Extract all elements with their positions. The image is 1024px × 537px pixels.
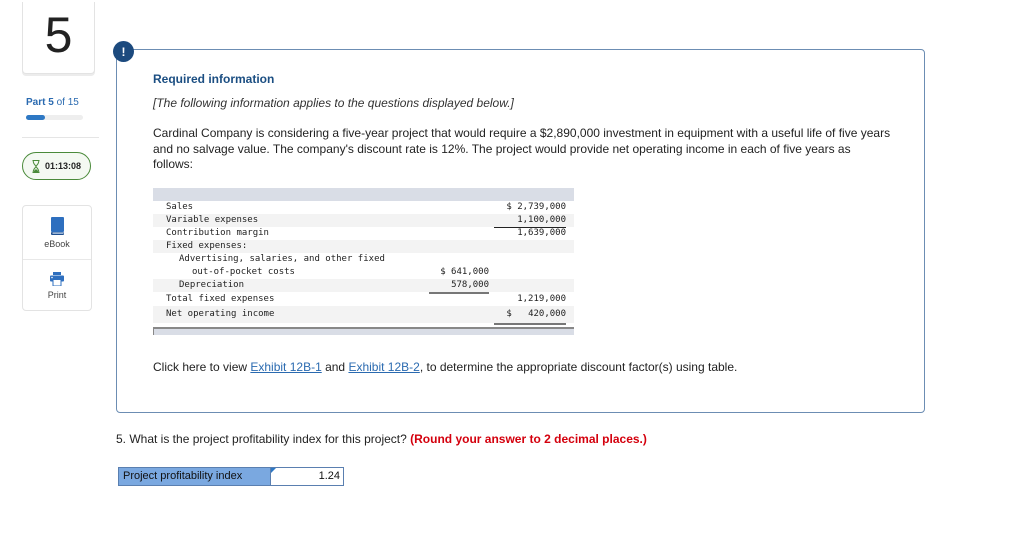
row-value: 1,219,000: [494, 292, 566, 307]
table-row-net-operating-income: Net operating income $ 420,000: [153, 306, 574, 325]
question-prompt: 5. What is the project profitability ind…: [116, 432, 411, 446]
table-row-out-of-pocket: out-of-pocket costs $ 641,000: [153, 266, 574, 279]
row-label: Contribution margin: [166, 228, 269, 238]
exhibit-12b-1-link[interactable]: Exhibit 12B-1: [250, 360, 321, 374]
question-number-card: 5: [22, 2, 95, 74]
part-progress-bar: [26, 115, 83, 120]
print-button[interactable]: Print: [23, 259, 91, 312]
row-label: Depreciation: [179, 280, 245, 290]
rounding-instruction: (Round your answer to 2 decimal places.): [410, 432, 647, 446]
ebook-label: eBook: [44, 238, 70, 249]
exhibit-12b-2-link[interactable]: Exhibit 12B-2: [348, 360, 419, 374]
part-progress-fill: [26, 115, 45, 120]
row-label: Total fixed expenses: [166, 294, 275, 304]
part-current: 5: [48, 97, 54, 108]
ebook-button[interactable]: eBook: [23, 206, 91, 259]
row-value: $ 2,739,000: [506, 202, 566, 212]
table-row-fixed-expenses: Fixed expenses:: [153, 240, 574, 253]
row-value: 1,639,000: [517, 228, 566, 238]
row-label: Fixed expenses:: [166, 241, 248, 251]
table-row-contribution-margin: Contribution margin 1,639,000: [153, 227, 574, 240]
table-row-total-fixed-expenses: Total fixed expenses 1,219,000: [153, 292, 574, 307]
printer-icon: [50, 272, 64, 286]
profitability-index-input[interactable]: 1.24: [270, 467, 344, 486]
table-row-advertising: Advertising, salaries, and other fixed: [153, 253, 574, 266]
table-row-depreciation: Depreciation 578,000: [153, 279, 574, 294]
table-footer-bar: [153, 327, 574, 335]
problem-intro-text: Cardinal Company is considering a five-y…: [153, 126, 891, 171]
tools-panel: eBook Print: [22, 205, 92, 311]
alert-icon: !: [113, 41, 134, 62]
row-label: Variable expenses: [166, 215, 259, 225]
book-icon: [51, 216, 64, 235]
question-number: 5: [44, 6, 73, 63]
row-label: Sales: [166, 202, 194, 212]
row-value: 1,100,000: [494, 214, 566, 228]
table-row-sales: Sales $ 2,739,000: [153, 201, 574, 214]
table-header-bar: [153, 188, 574, 201]
exhibit-instructions: Click here to view Exhibit 12B-1 and Exh…: [153, 360, 737, 374]
answer-row: Project profitability index 1.24: [118, 467, 344, 486]
print-label: Print: [47, 290, 67, 300]
question-text: 5. What is the project profitability ind…: [116, 432, 647, 446]
table-row-variable-expenses: Variable expenses 1,100,000: [153, 214, 574, 228]
required-information-title: Required information: [153, 72, 275, 86]
income-statement-table: Sales $ 2,739,000 Variable expenses 1,10…: [153, 188, 574, 335]
part-indicator: Part 5 of 15: [26, 97, 79, 108]
exhibit-middle: and: [321, 360, 349, 374]
row-label: Net operating income: [166, 309, 275, 319]
row-value: $ 641,000: [440, 267, 489, 277]
exhibit-suffix: , to determine the appropriate discount …: [419, 360, 738, 374]
exhibit-prefix: Click here to view: [153, 360, 251, 374]
answer-label: Project profitability index: [118, 467, 270, 486]
sidebar-divider: [22, 137, 99, 138]
row-label: out-of-pocket costs: [192, 267, 295, 277]
row-label: Advertising, salaries, and other fixed: [179, 254, 385, 264]
timer[interactable]: 01:13:08: [22, 152, 91, 180]
required-information-subtitle: [The following information applies to th…: [153, 96, 514, 110]
timer-value: 01:13:08: [44, 161, 82, 171]
part-total: of 15: [56, 97, 79, 108]
hourglass-icon: [32, 159, 40, 173]
row-value: $ 420,000: [494, 306, 566, 325]
part-word: Part: [26, 97, 46, 108]
